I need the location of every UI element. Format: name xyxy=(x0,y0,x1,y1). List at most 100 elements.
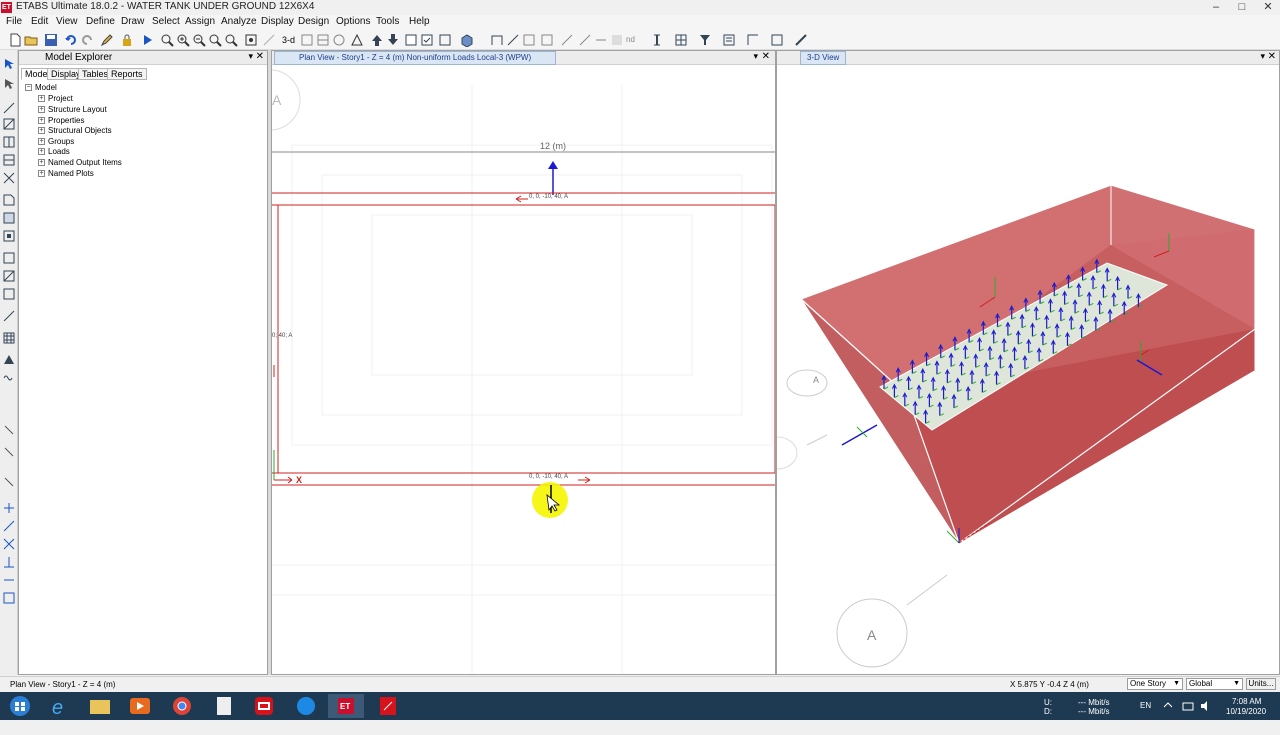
menu-analyze[interactable]: Analyze xyxy=(221,16,257,27)
snap-line-ends-icon[interactable] xyxy=(3,520,15,532)
pan-icon[interactable] xyxy=(244,33,258,47)
window-menu-icon[interactable]: ▾ xyxy=(1260,51,1265,62)
draw-rect-floor-icon[interactable] xyxy=(3,212,15,224)
units-button[interactable]: Units... xyxy=(1246,678,1276,690)
lock-icon[interactable] xyxy=(120,33,134,47)
undo-icon[interactable] xyxy=(64,33,78,47)
display-filter-icon[interactable] xyxy=(698,33,712,47)
draw-brace-icon[interactable] xyxy=(560,33,574,47)
zoom-window-icon[interactable] xyxy=(160,33,174,47)
select-all-icon[interactable] xyxy=(3,424,15,436)
internet-explorer-icon[interactable]: e xyxy=(42,694,78,718)
design-icon[interactable] xyxy=(746,33,760,47)
show-undeformed-icon[interactable] xyxy=(438,33,452,47)
zoom-in-icon[interactable] xyxy=(176,33,190,47)
menu-select[interactable]: Select xyxy=(152,16,180,27)
menu-help[interactable]: Help xyxy=(409,16,430,27)
check-icon[interactable] xyxy=(420,33,434,47)
draw-spring-icon[interactable] xyxy=(3,372,15,384)
tree-item-structure-layout[interactable]: + Structure Layout xyxy=(38,105,107,115)
window-menu-icon[interactable]: ▾ xyxy=(753,51,758,62)
etabs-app-icon[interactable]: ET xyxy=(1,2,12,13)
close-window-button[interactable]: ✕ xyxy=(1255,0,1280,15)
app-blue-icon[interactable] xyxy=(288,694,324,718)
draw-floor-icon[interactable] xyxy=(3,194,15,206)
pdf-reader-icon[interactable] xyxy=(370,694,406,718)
nd-button[interactable]: nd xyxy=(626,33,640,47)
display-output-icon[interactable] xyxy=(722,33,736,47)
draw-column-icon[interactable] xyxy=(3,136,15,148)
run-analysis-icon[interactable] xyxy=(140,33,154,47)
draw-wall-left-icon[interactable] xyxy=(3,154,15,166)
file-explorer-icon[interactable] xyxy=(82,694,118,718)
select-pointer-icon[interactable] xyxy=(650,33,664,47)
story-select[interactable]: One Story ▼ xyxy=(1127,678,1183,690)
coordinate-system-select[interactable]: Global ▼ xyxy=(1186,678,1243,690)
expand-icon[interactable]: + xyxy=(38,170,45,178)
snap-perpendicular-icon[interactable] xyxy=(3,556,15,568)
display-settings-icon[interactable] xyxy=(770,33,784,47)
menu-display[interactable]: Display xyxy=(261,16,294,27)
perspective-toggle-icon[interactable] xyxy=(350,33,364,47)
draw-joint-icon[interactable] xyxy=(3,102,15,114)
menu-draw[interactable]: Draw xyxy=(121,16,144,27)
view-3d-button[interactable]: 3-d xyxy=(282,33,298,47)
tree-item-groups[interactable]: + Groups xyxy=(38,137,74,147)
close-3d-view-button[interactable]: ✕ xyxy=(1268,51,1276,62)
plan-view-icon[interactable] xyxy=(300,33,314,47)
new-model-icon[interactable] xyxy=(8,33,22,47)
draw-beam-left-icon[interactable] xyxy=(3,118,15,130)
expand-icon[interactable]: + xyxy=(38,117,45,125)
previous-selection-icon[interactable] xyxy=(3,446,15,458)
pencil-icon[interactable] xyxy=(100,33,114,47)
expand-icon[interactable]: + xyxy=(38,159,45,167)
menu-options[interactable]: Options xyxy=(336,16,370,27)
menu-assign[interactable]: Assign xyxy=(185,16,215,27)
minimize-button[interactable]: – xyxy=(1203,0,1229,15)
clear-selection-icon[interactable] xyxy=(3,476,15,488)
menu-design[interactable]: Design xyxy=(298,16,329,27)
draw-wall-icon[interactable] xyxy=(540,33,554,47)
frame-design-icon[interactable] xyxy=(794,33,808,47)
expand-icon[interactable]: + xyxy=(38,95,45,103)
draw-tendon-icon[interactable] xyxy=(610,33,624,47)
expand-icon[interactable]: + xyxy=(38,148,45,156)
menu-define[interactable]: Define xyxy=(86,16,115,27)
move-down-icon[interactable] xyxy=(386,33,400,47)
draw-opening-icon[interactable] xyxy=(3,230,15,242)
object-shrink-icon[interactable] xyxy=(460,33,474,47)
volume-tray-icon[interactable] xyxy=(1200,700,1212,712)
draw-frame-icon[interactable] xyxy=(490,33,504,47)
reshape-icon[interactable] xyxy=(3,78,15,90)
expand-icon[interactable]: + xyxy=(38,138,45,146)
draw-area-icon[interactable] xyxy=(522,33,536,47)
draw-grid-icon[interactable] xyxy=(3,332,15,344)
tree-item-project[interactable]: + Project xyxy=(38,94,73,104)
draw-beam-icon[interactable] xyxy=(506,33,520,47)
collapse-icon[interactable]: − xyxy=(25,84,32,92)
language-indicator[interactable]: EN xyxy=(1140,701,1151,729)
draw-link-icon[interactable] xyxy=(578,33,592,47)
open-model-icon[interactable] xyxy=(24,33,38,47)
save-icon[interactable] xyxy=(44,33,58,47)
tree-item-named-plots[interactable]: + Named Plots xyxy=(38,169,94,179)
tree-item-structural-objects[interactable]: + Structural Objects xyxy=(38,126,112,136)
snap-grid-icon[interactable] xyxy=(3,592,15,604)
menu-tools[interactable]: Tools xyxy=(376,16,399,27)
view-3d-tab[interactable]: 3-D View xyxy=(800,51,847,65)
pointer-icon[interactable] xyxy=(3,58,15,70)
tree-item-named-output-items[interactable]: + Named Output Items xyxy=(38,158,122,168)
pin-icon[interactable]: ▾ xyxy=(248,51,253,62)
clock-date[interactable]: 10/19/2020 xyxy=(1226,707,1266,735)
network-tray-icon[interactable] xyxy=(1182,700,1194,712)
rubber-band-icon[interactable] xyxy=(262,33,276,47)
zoom-default-icon[interactable] xyxy=(224,33,238,47)
draw-panel-icon[interactable] xyxy=(3,288,15,300)
draw-wall-stack-icon[interactable] xyxy=(3,252,15,264)
display-grid-icon[interactable] xyxy=(674,33,688,47)
menu-view[interactable]: View xyxy=(56,16,78,27)
elevation-view-icon[interactable] xyxy=(316,33,330,47)
plan-view-tab[interactable]: Plan View - Story1 - Z = 4 (m) Non-unifo… xyxy=(274,51,557,65)
set-display-options-icon[interactable] xyxy=(404,33,418,47)
tab-reports[interactable]: Reports xyxy=(107,68,147,80)
